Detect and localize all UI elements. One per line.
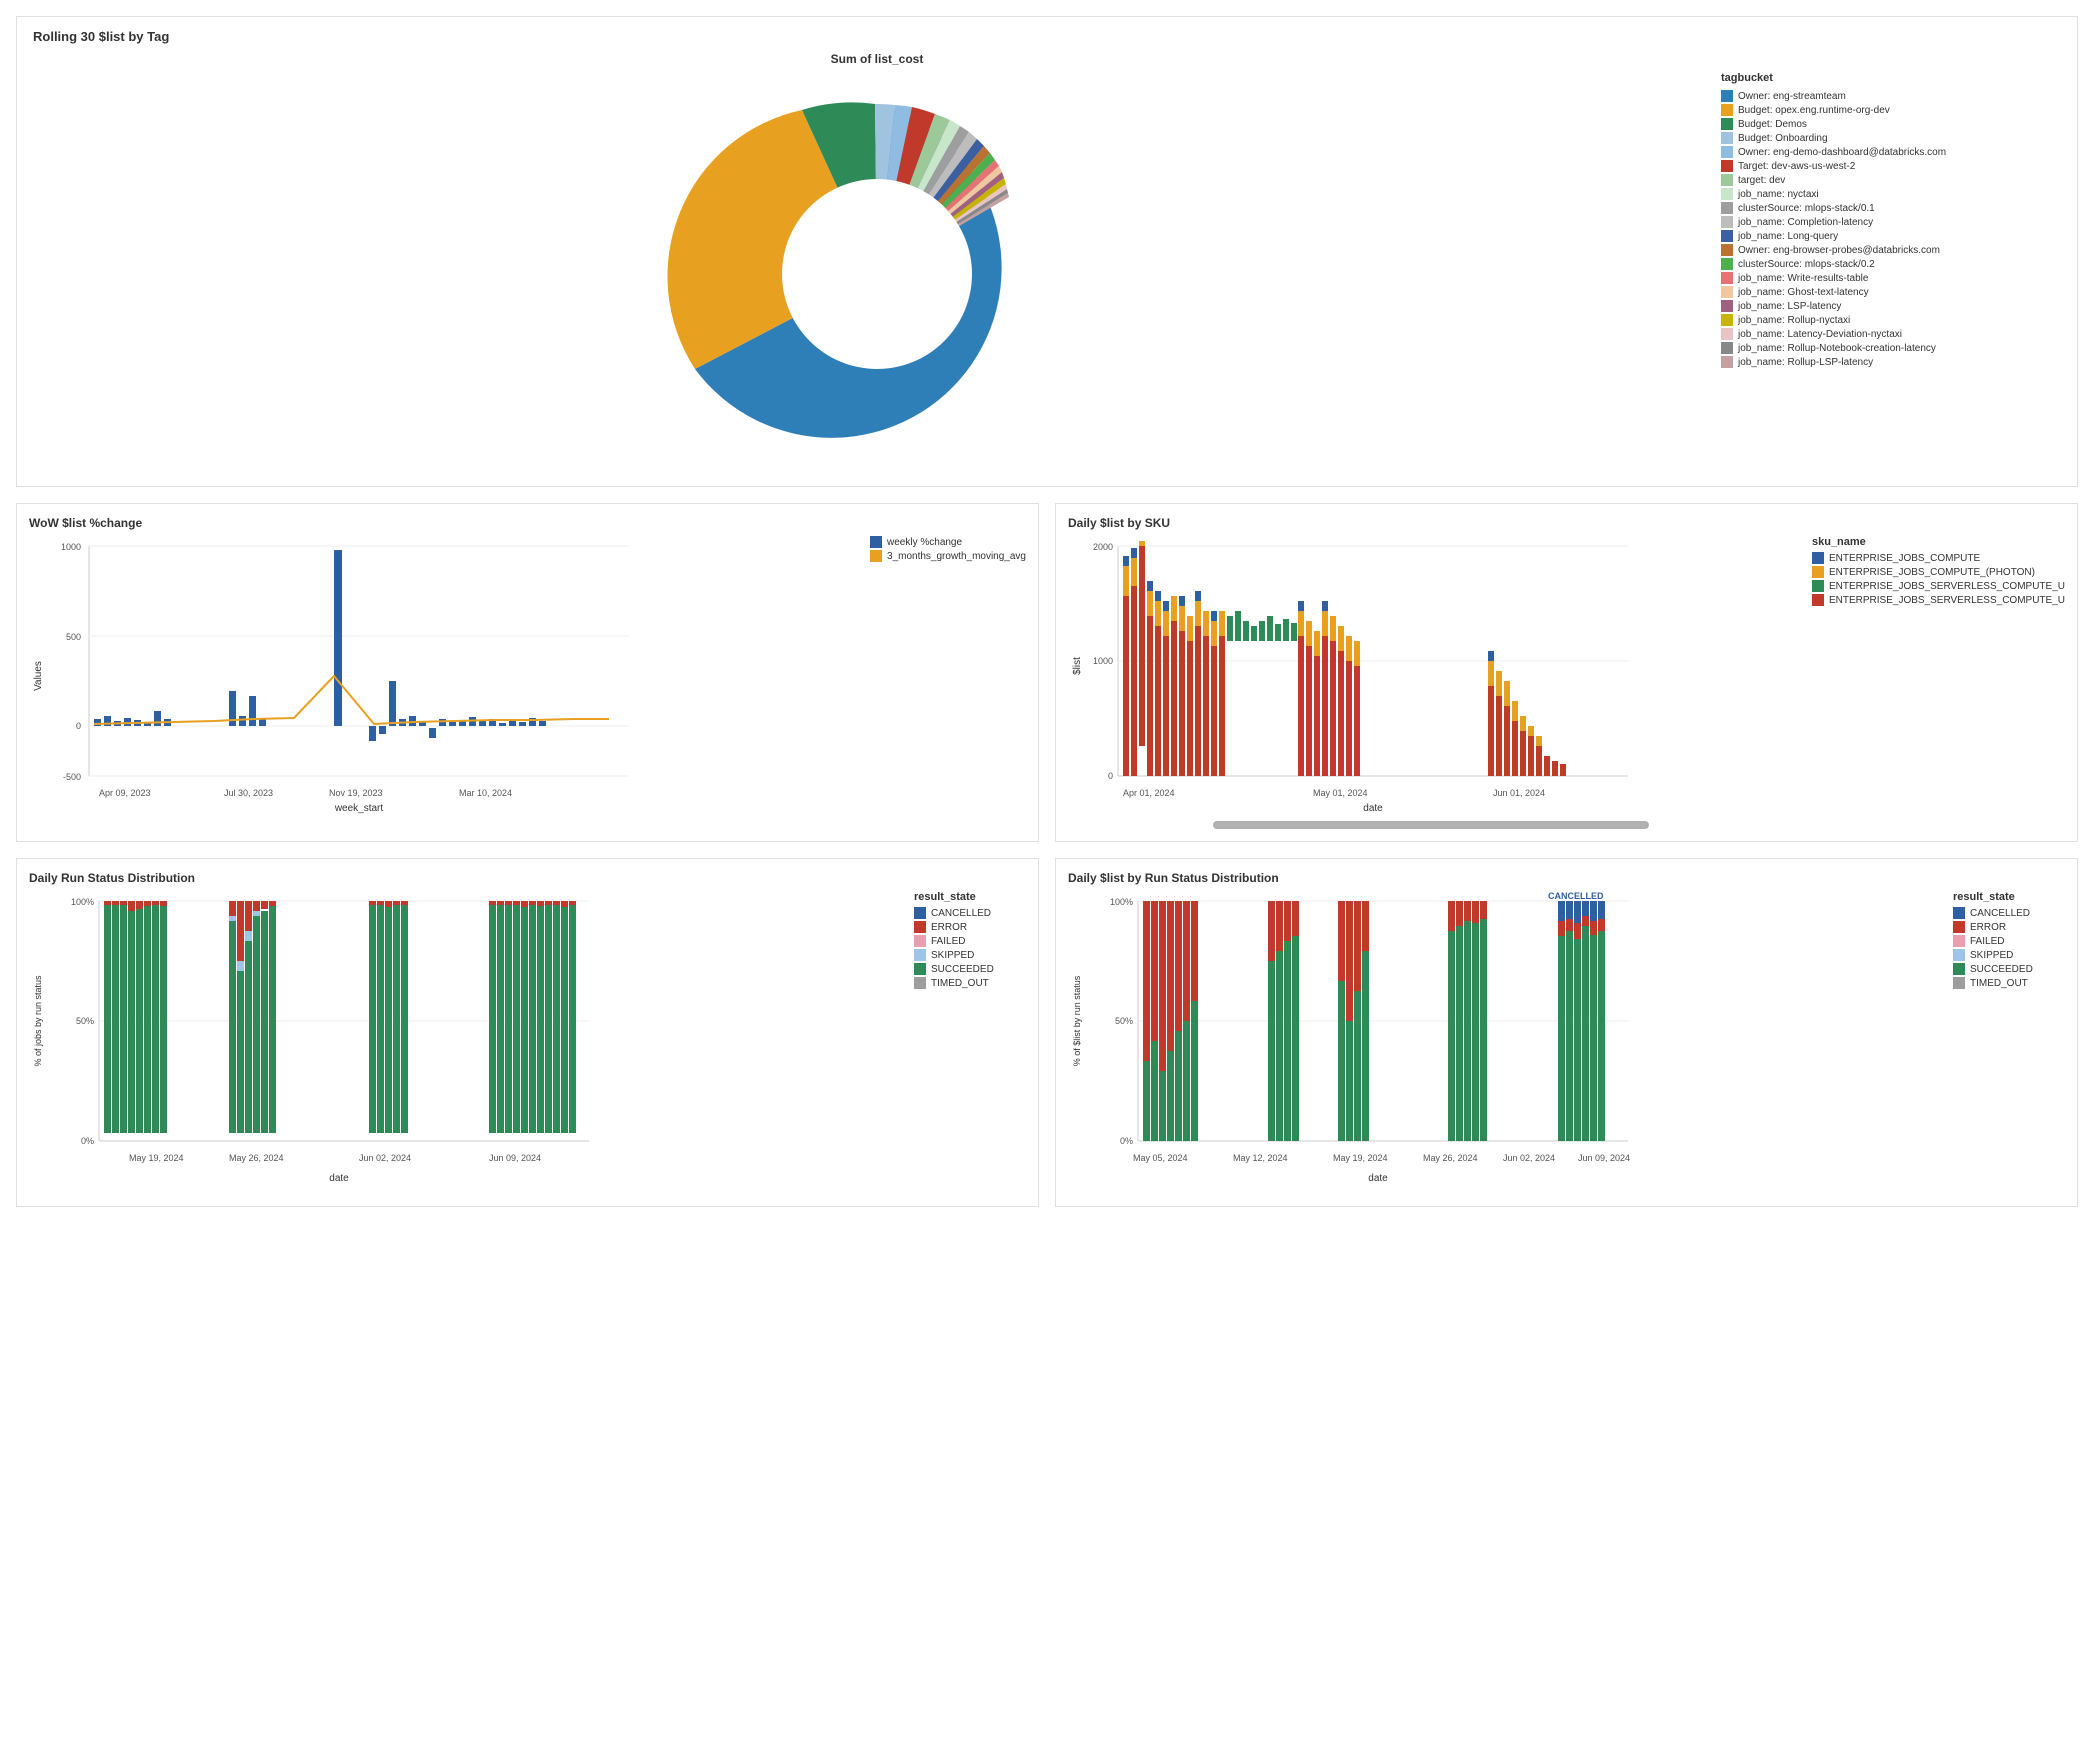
svg-text:week_start: week_start (334, 803, 384, 814)
run-status-legend-item-2: FAILED (914, 935, 1026, 947)
daily-list-run-title: Daily $list by Run Status Distribution (1068, 871, 2065, 885)
svg-text:% of jobs by run status: % of jobs by run status (33, 975, 43, 1067)
svg-text:-500: -500 (63, 772, 81, 782)
daily-list-run-legend-item-2: FAILED (1953, 935, 2065, 947)
svg-text:May 19, 2024: May 19, 2024 (1333, 1153, 1388, 1163)
svg-text:May 12, 2024: May 12, 2024 (1233, 1153, 1288, 1163)
svg-text:Jun 09, 2024: Jun 09, 2024 (1578, 1153, 1630, 1163)
donut-legend-item-10: job_name: Long-query (1721, 230, 2061, 242)
donut-legend-item-2: Budget: Demos (1721, 118, 2061, 130)
wow-title: WoW $list %change (29, 516, 1026, 530)
sku-legend-item-3: ENTERPRISE_JOBS_SERVERLESS_COMPUTE_U (1812, 594, 2065, 606)
svg-text:Jul 30, 2023: Jul 30, 2023 (224, 788, 273, 798)
svg-text:May 01, 2024: May 01, 2024 (1313, 788, 1368, 798)
svg-text:May 26, 2024: May 26, 2024 (1423, 1153, 1478, 1163)
daily-sku-title: Daily $list by SKU (1068, 516, 2065, 530)
svg-text:May 05, 2024: May 05, 2024 (1133, 1153, 1188, 1163)
donut-legend-item-6: target: dev (1721, 174, 2061, 186)
svg-text:Jun 02, 2024: Jun 02, 2024 (1503, 1153, 1555, 1163)
svg-text:$list: $list (1072, 657, 1083, 675)
donut-legend-item-11: Owner: eng-browser-probes@databricks.com (1721, 244, 2061, 256)
sku-legend-item-1: ENTERPRISE_JOBS_COMPUTE_(PHOTON) (1812, 566, 2065, 578)
daily-list-run-legend-item-4: SUCCEEDED (1953, 963, 2065, 975)
daily-list-run-legend-item-0: CANCELLED (1953, 907, 2065, 919)
donut-legend-item-13: job_name: Write-results-table (1721, 272, 2061, 284)
svg-text:Jun 02, 2024: Jun 02, 2024 (359, 1153, 411, 1163)
run-status-title: Daily Run Status Distribution (29, 871, 1026, 885)
run-status-legend: CANCELLED ERROR FAILED SKIPPED SUCCEEDED TIME… (914, 907, 1026, 989)
wow-chart: 1000 500 0 -500 Values (29, 536, 649, 816)
svg-text:100%: 100% (1110, 897, 1133, 907)
run-status-legend-title: result_state (914, 891, 1026, 903)
svg-text:Apr 09, 2023: Apr 09, 2023 (99, 788, 151, 798)
donut-legend-item-14: job_name: Ghost-text-latency (1721, 286, 2061, 298)
donut-legend-item-8: clusterSource: mlops-stack/0.1 (1721, 202, 2061, 214)
run-status-chart: 100% 50% 0% % of jobs by run status (29, 891, 609, 1191)
donut-chart (627, 74, 1127, 474)
rolling-title: Rolling 30 $list by Tag (33, 29, 2061, 44)
donut-legend-item-19: job_name: Rollup-LSP-latency (1721, 356, 2061, 368)
daily-list-run-legend-item-1: ERROR (1953, 921, 2065, 933)
svg-text:100%: 100% (71, 897, 94, 907)
svg-text:Values: Values (33, 661, 44, 691)
sku-legend: ENTERPRISE_JOBS_COMPUTE ENTERPRISE_JOBS_C… (1812, 552, 2065, 606)
wow-legend-weekly: weekly %change (870, 536, 1026, 548)
donut-legend-item-1: Budget: opex.eng.runtime-org-dev (1721, 104, 2061, 116)
daily-list-run-legend-item-5: TIMED_OUT (1953, 977, 2065, 989)
donut-legend-item-18: job_name: Rollup-Notebook-creation-laten… (1721, 342, 2061, 354)
svg-text:2000: 2000 (1093, 542, 1113, 552)
svg-text:May 26, 2024: May 26, 2024 (229, 1153, 284, 1163)
svg-text:0%: 0% (1120, 1136, 1133, 1146)
svg-text:50%: 50% (76, 1016, 94, 1026)
daily-sku-chart: 2000 1000 0 $list (1068, 536, 1648, 816)
svg-text:Jun 01, 2024: Jun 01, 2024 (1493, 788, 1545, 798)
daily-list-run-legend: CANCELLED ERROR FAILED SKIPPED SUCCEEDED TIME… (1953, 907, 2065, 989)
donut-legend-item-16: job_name: Rollup-nyctaxi (1721, 314, 2061, 326)
wow-legend-moving-avg: 3_months_growth_moving_avg (870, 550, 1026, 562)
donut-legend-item-4: Owner: eng-demo-dashboard@databricks.com (1721, 146, 2061, 158)
donut-legend-item-9: job_name: Completion-latency (1721, 216, 2061, 228)
svg-text:CANCELLED: CANCELLED (1548, 891, 1604, 901)
donut-legend-item-3: Budget: Onboarding (1721, 132, 2061, 144)
svg-text:% of $list by run status: % of $list by run status (1072, 975, 1082, 1066)
svg-text:50%: 50% (1115, 1016, 1133, 1026)
sku-legend-item-0: ENTERPRISE_JOBS_COMPUTE (1812, 552, 2065, 564)
run-status-legend-item-4: SUCCEEDED (914, 963, 1026, 975)
svg-text:date: date (1363, 803, 1383, 814)
svg-text:0: 0 (76, 721, 81, 731)
run-status-legend-item-1: ERROR (914, 921, 1026, 933)
svg-text:0%: 0% (81, 1136, 94, 1146)
svg-text:Mar 10, 2024: Mar 10, 2024 (459, 788, 512, 798)
donut-legend-item-0: Owner: eng-streamteam (1721, 90, 2061, 102)
svg-text:1000: 1000 (1093, 656, 1113, 666)
svg-text:Jun 09, 2024: Jun 09, 2024 (489, 1153, 541, 1163)
svg-text:Nov 19, 2023: Nov 19, 2023 (329, 788, 383, 798)
sku-legend-item-2: ENTERPRISE_JOBS_SERVERLESS_COMPUTE_U (1812, 580, 2065, 592)
donut-legend-item-17: job_name: Latency-Deviation-nyctaxi (1721, 328, 2061, 340)
svg-text:Apr 01, 2024: Apr 01, 2024 (1123, 788, 1175, 798)
run-status-legend-item-5: TIMED_OUT (914, 977, 1026, 989)
daily-list-run-chart: 100% 50% 0% % of $list by run status (1068, 891, 1648, 1191)
sku-scrollbar[interactable] (1213, 821, 1649, 829)
run-status-legend-item-0: CANCELLED (914, 907, 1026, 919)
donut-chart-title: Sum of list_cost (831, 52, 924, 66)
svg-text:0: 0 (1108, 771, 1113, 781)
donut-legend: Owner: eng-streamteam Budget: opex.eng.ru… (1721, 90, 2061, 368)
svg-text:500: 500 (66, 632, 81, 642)
sku-legend-title: sku_name (1812, 536, 2065, 548)
daily-list-run-legend-item-3: SKIPPED (1953, 949, 2065, 961)
donut-legend-item-5: Target: dev-aws-us-west-2 (1721, 160, 2061, 172)
dashboard: Rolling 30 $list by Tag Sum of list_cost (0, 0, 2094, 1223)
donut-legend-item-12: clusterSource: mlops-stack/0.2 (1721, 258, 2061, 270)
svg-text:date: date (329, 1173, 349, 1184)
donut-legend-item-15: job_name: LSP-latency (1721, 300, 2061, 312)
run-status-legend-item-3: SKIPPED (914, 949, 1026, 961)
donut-legend-item-7: job_name: nyctaxi (1721, 188, 2061, 200)
svg-text:May 19, 2024: May 19, 2024 (129, 1153, 184, 1163)
daily-list-run-legend-title: result_state (1953, 891, 2065, 903)
svg-text:date: date (1368, 1173, 1388, 1184)
legend-title: tagbucket (1721, 72, 2061, 84)
svg-text:1000: 1000 (61, 542, 81, 552)
